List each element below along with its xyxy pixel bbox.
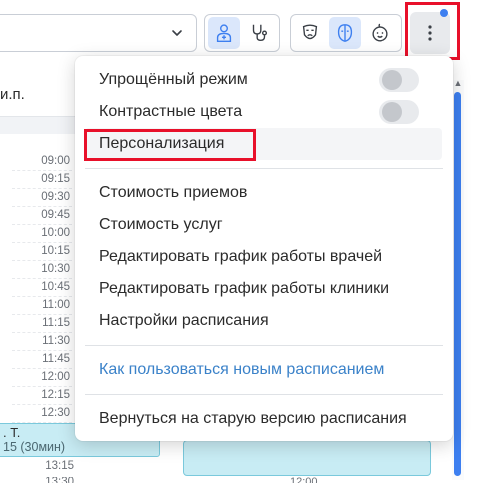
contrast-colors-toggle[interactable] [379,100,419,124]
appointment-time: 15 (30мин) [3,440,66,454]
time-slot[interactable]: 11:30 [12,333,72,351]
time-slot[interactable]: 12:00 [12,369,72,387]
menu-item-contrast-colors[interactable]: Контрастные цвета [99,102,242,122]
appointment-card[interactable] [183,440,431,476]
simplified-mode-toggle[interactable] [379,68,419,92]
time-slot[interactable]: 10:15 [12,243,72,261]
toggle-knob [382,70,402,90]
highlight-box-personalization [84,129,256,161]
face-profile-icon [337,24,353,42]
time-slot[interactable]: 13:15 [24,460,76,472]
child-face-icon [372,23,388,42]
doctor-select[interactable] [0,14,197,52]
menu-item-simplified-mode[interactable]: Упрощённый режим [99,70,248,90]
view-mode-group [204,14,280,52]
mask-icon [302,24,318,40]
time-slot[interactable]: 09:45 [12,207,72,225]
menu-item-edit-doctors-schedule[interactable]: Редактировать график работы врачей [99,247,382,267]
menu-item-how-to-use[interactable]: Как пользоваться новым расписанием [99,360,384,380]
profile-view-button[interactable] [329,17,361,49]
menu-item-appointment-cost[interactable]: Стоимость приемов [99,183,247,203]
stethoscope-icon [252,24,268,42]
time-slot[interactable]: 09:30 [12,189,72,207]
toggle-knob [382,102,402,122]
options-menu: Упрощённый режим Контрастные цвета Персо… [75,56,453,441]
chevron-down-icon [172,30,182,36]
child-view-button[interactable] [364,17,396,49]
scrollbar-thumb[interactable] [454,92,461,476]
time-slot[interactable]: 12:15 [12,387,72,405]
stethoscope-view-button[interactable] [243,17,275,49]
scroll-up-icon[interactable]: ▲ [452,78,464,90]
menu-item-services-cost[interactable]: Стоимость услуг [99,215,223,235]
adult-view-button[interactable] [294,17,326,49]
time-slot[interactable]: 11:15 [12,315,72,333]
menu-divider [85,345,443,346]
time-slots: 09:00 09:15 09:30 09:45 10:00 10:15 10:3… [12,153,72,423]
menu-item-return-old-version[interactable]: Вернуться на старую версию расписания [99,409,407,429]
time-slot[interactable]: 09:00 [12,153,72,171]
time-slot[interactable]: 10:30 [12,261,72,279]
doctor-icon [216,24,232,42]
patient-type-group [290,14,402,52]
time-slot[interactable]: 11:00 [12,297,72,315]
time-slot[interactable]: 11:45 [12,351,72,369]
time-slot[interactable]: 12:30 [12,405,72,423]
menu-divider [85,168,443,169]
menu-divider [85,394,443,395]
time-slot[interactable]: 10:00 [12,225,72,243]
doctor-name: и.п. [0,86,25,103]
highlight-box-more [405,2,460,60]
column-header-separator [0,116,76,134]
time-slot[interactable]: 09:15 [12,171,72,189]
time-slot[interactable]: 13:30 [24,477,76,483]
menu-item-edit-clinic-schedule[interactable]: Редактировать график работы клиники [99,279,389,299]
time-slot[interactable]: 10:45 [12,279,72,297]
doctor-view-button[interactable] [208,17,240,49]
time-slot[interactable]: 12:00 [290,476,318,483]
menu-item-schedule-settings[interactable]: Настройки расписания [99,311,269,331]
